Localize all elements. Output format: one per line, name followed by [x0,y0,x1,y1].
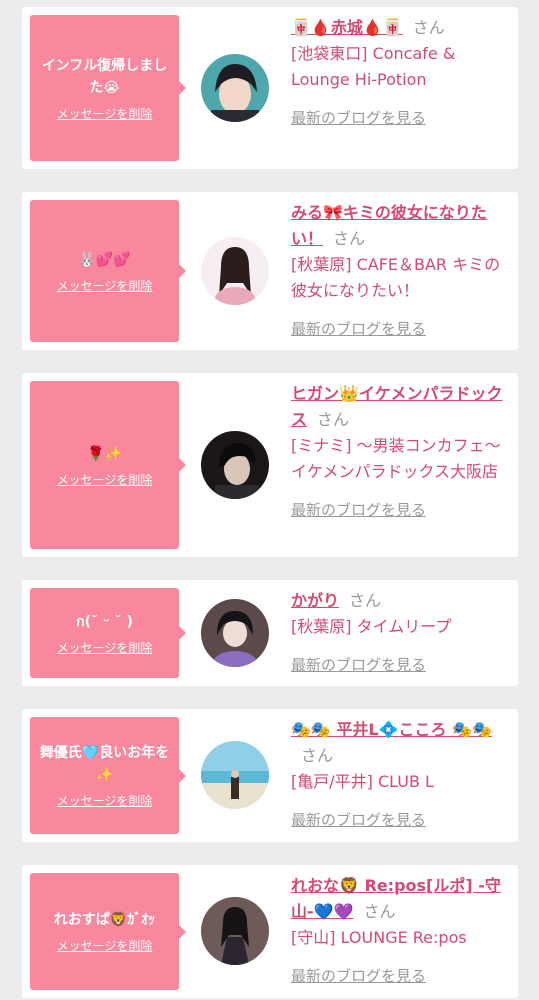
cast-name-link[interactable]: 🎭🎭 平井L💠こころ 🎭🎭 [291,720,492,739]
honorific: さん [363,902,396,921]
message-bubble: 舞優氏🩵良いお年を✨ メッセージを削除 [30,717,186,834]
latest-blog-link[interactable]: 最新のブログを見る [291,318,503,339]
delete-message-link[interactable]: メッセージを削除 [57,937,153,954]
honorific: さん [349,591,382,610]
message-text: れおすぱ🦁ｶﾞｵｯ [53,912,156,928]
message-text: ก(˘ ᵕ ˘ ) [76,613,133,630]
shop-name: [池袋東口] Concafe & Lounge Hi-Potion [291,44,456,89]
message-bubble: ก(˘ ᵕ ˘ ) メッセージを削除 [30,588,186,678]
cast-info: 🀄🩸赤城🩸🀄 さん [池袋東口] Concafe & Lounge Hi-Poti… [291,15,503,128]
cast-info: 🎭🎭 平井L💠こころ 🎭🎭 さん [亀戸/平井] CLUB L 最新のブログを見る [291,717,503,830]
latest-blog-link[interactable]: 最新のブログを見る [291,107,503,128]
shop-name: [守山] LOUNGE Re:pos [291,928,467,947]
avatar[interactable] [201,599,269,667]
cast-info: れおな🦁 Re:pos[ルポ] -守山-💙💜 さん [守山] LOUNGE Re:… [291,873,503,986]
avatar[interactable] [201,237,269,305]
message-card: インフル復帰しました😭 メッセージを削除 🀄🩸赤城🩸🀄 さん [池袋東口] Con… [22,7,518,169]
delete-message-link[interactable]: メッセージを削除 [57,471,153,488]
message-bubble: 🌹✨ メッセージを削除 [30,381,186,549]
shop-name: [秋葉原] CAFE＆BAR キミの彼女になりたい！ [291,255,501,300]
avatar[interactable] [201,431,269,499]
delete-message-link[interactable]: メッセージを削除 [57,639,153,656]
latest-blog-link[interactable]: 最新のブログを見る [291,499,503,520]
shop-name: [秋葉原] タイムリープ [291,617,452,636]
message-card: ก(˘ ᵕ ˘ ) メッセージを削除 かがり さん [秋葉原] タイムリープ 最新… [22,580,518,686]
cast-info: かがり さん [秋葉原] タイムリープ 最新のブログを見る [291,588,503,675]
message-bubble: 🐰💕💕 メッセージを削除 [30,200,186,342]
honorific: さん [412,18,445,37]
avatar[interactable] [201,54,269,122]
shop-name: [ミナミ] 〜男装コンカフェ〜イケメンパラドックス大阪店 [291,436,501,481]
cast-info: ヒガン👑イケメンパラドックス さん [ミナミ] 〜男装コンカフェ〜イケメンパラドッ… [291,381,503,520]
message-bubble: インフル復帰しました😭 メッセージを削除 [30,15,186,161]
delete-message-link[interactable]: メッセージを削除 [57,105,153,122]
avatar[interactable] [201,897,269,965]
message-text: 🐰💕💕 [78,251,131,268]
delete-message-link[interactable]: メッセージを削除 [57,277,153,294]
message-text: 舞優氏🩵良いお年を✨ [39,745,170,783]
cast-name-link[interactable]: みる🎀キミの彼女になりたい！ [291,203,487,248]
message-card: 🐰💕💕 メッセージを削除 みる🎀キミの彼女になりたい！ さん [秋葉原] CAFE… [22,192,518,350]
message-bubble: れおすぱ🦁ｶﾞｵｯ メッセージを削除 [30,873,186,990]
cast-info: みる🎀キミの彼女になりたい！ さん [秋葉原] CAFE＆BAR キミの彼女になり… [291,200,503,339]
honorific: さん [317,410,350,429]
message-text: インフル復帰しました😭 [41,57,168,96]
latest-blog-link[interactable]: 最新のブログを見る [291,809,503,830]
shop-name: [亀戸/平井] CLUB L [291,772,434,791]
message-card: 🌹✨ メッセージを削除 ヒガン👑イケメンパラドックス さん [ミナミ] 〜男装コン… [22,373,518,557]
honorific: さん [301,746,334,765]
message-card: 舞優氏🩵良いお年を✨ メッセージを削除 🎭🎭 平井L💠こころ 🎭🎭 さん [亀戸/… [22,709,518,842]
delete-message-link[interactable]: メッセージを削除 [57,792,153,809]
cast-name-link[interactable]: れおな🦁 Re:pos[ルポ] -守山-💙💜 [291,876,501,921]
cast-name-link[interactable]: 🀄🩸赤城🩸🀄 [291,18,403,37]
cast-name-link[interactable]: かがり [291,591,339,610]
honorific: さん [333,229,366,248]
latest-blog-link[interactable]: 最新のブログを見る [291,965,503,986]
message-text: 🌹✨ [87,445,122,462]
latest-blog-link[interactable]: 最新のブログを見る [291,654,503,675]
avatar[interactable] [201,741,269,809]
message-card: れおすぱ🦁ｶﾞｵｯ メッセージを削除 れおな🦁 Re:pos[ルポ] -守山-💙… [22,865,518,998]
